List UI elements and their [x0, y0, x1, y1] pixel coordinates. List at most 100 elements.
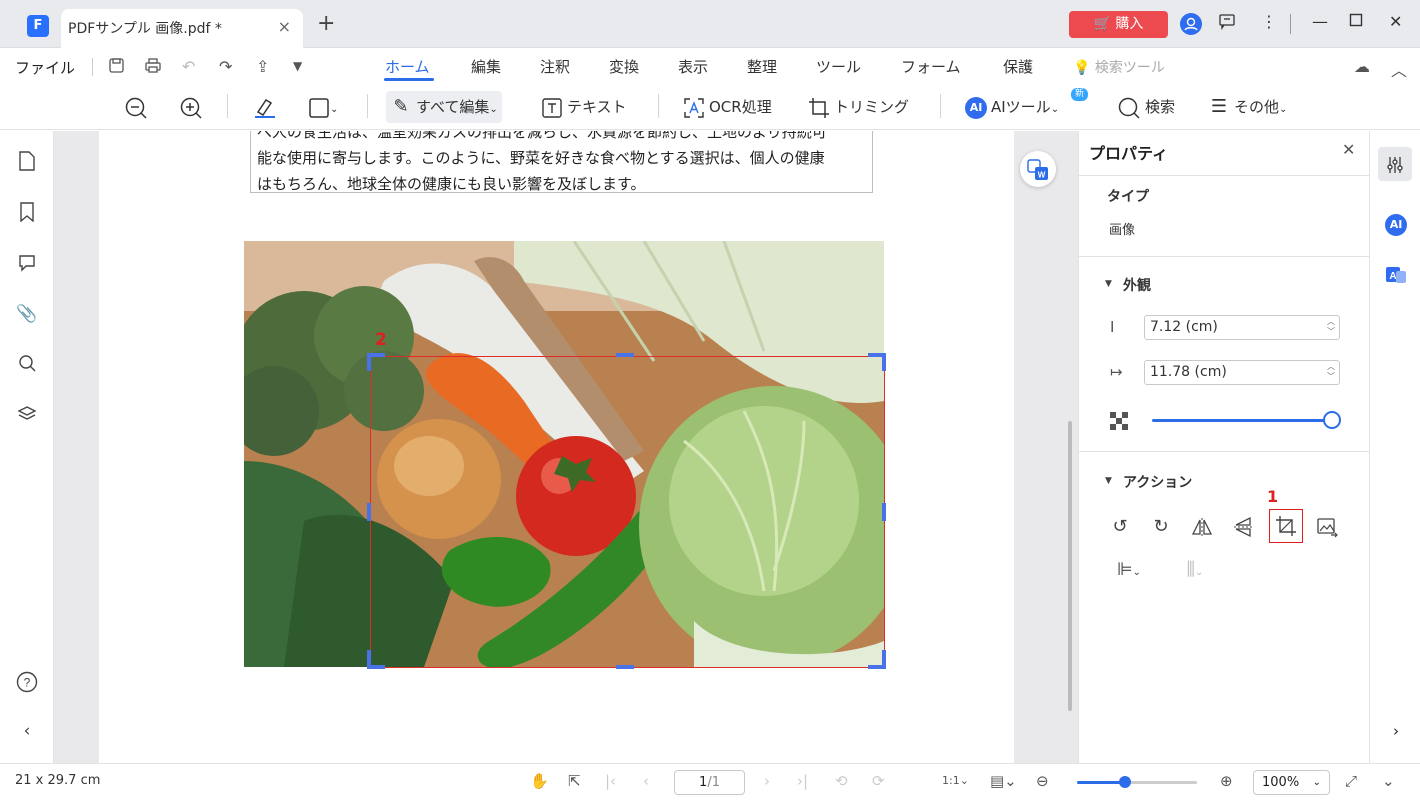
maximize-icon[interactable] — [1349, 12, 1363, 31]
tab-forms[interactable]: フォーム — [901, 56, 961, 77]
share-icon[interactable]: ⇪ — [256, 57, 269, 76]
svg-text:?: ? — [24, 676, 31, 690]
feedback-icon[interactable] — [1218, 12, 1236, 34]
actual-size-icon[interactable]: 1:1⌄ — [942, 774, 969, 787]
ai-assistant-icon[interactable]: AI — [1382, 210, 1410, 238]
align-dropdown-icon[interactable]: ⊫⌄ — [1109, 556, 1149, 584]
save-icon[interactable] — [108, 57, 125, 78]
rotate-page-icon[interactable]: ⟲ — [835, 772, 848, 790]
rotate-page-right-icon[interactable]: ⟳ — [872, 772, 885, 790]
select-tool-icon[interactable]: ⇱ — [568, 772, 581, 790]
vertical-scrollbar[interactable] — [1068, 421, 1072, 711]
opacity-slider-knob[interactable] — [1323, 411, 1341, 429]
tab-home[interactable]: ホーム — [385, 56, 430, 77]
tab-edit[interactable]: 編集 — [471, 56, 501, 77]
crop-handle-right[interactable] — [882, 503, 886, 521]
distribute-dropdown-icon[interactable]: ⫼⌄ — [1175, 556, 1215, 584]
help-icon[interactable]: ? — [16, 671, 38, 698]
hand-tool-icon[interactable]: ✋ — [530, 772, 549, 790]
collapse-ribbon-icon[interactable]: ︿ — [1391, 57, 1407, 81]
height-field[interactable]: 7.12 (cm) ︿ ﹀ — [1144, 315, 1340, 340]
crop-handle-bottom-left[interactable] — [367, 665, 385, 669]
zoom-in-icon[interactable]: ⊕ — [1220, 772, 1233, 790]
more-options-icon[interactable]: ⋮ — [1261, 12, 1277, 31]
search-button[interactable]: 検索 — [1117, 91, 1175, 123]
crop-handle-top-right[interactable] — [882, 353, 886, 371]
flip-vertical-icon[interactable] — [1229, 513, 1257, 541]
rotate-left-icon[interactable]: ↺ — [1106, 513, 1134, 541]
file-menu[interactable]: ファイル — [15, 57, 75, 78]
trim-button[interactable]: トリミング — [808, 91, 909, 123]
crop-handle-left[interactable] — [367, 503, 371, 521]
layers-icon[interactable] — [16, 405, 38, 428]
tab-annotate[interactable]: 注釈 — [540, 56, 570, 77]
translate-icon[interactable]: W — [1020, 151, 1056, 187]
crop-handle-bottom[interactable] — [616, 665, 634, 669]
expand-statusbar-icon[interactable]: ⌄ — [1382, 772, 1395, 790]
ai-tool-button[interactable]: AI AIツール⌄ — [965, 91, 1059, 123]
ocr-button[interactable]: OCR処理 — [683, 91, 772, 123]
text-tool-button[interactable]: テキスト — [541, 91, 627, 123]
cloud-upload-icon[interactable]: ☁ — [1354, 57, 1370, 76]
fullscreen-icon[interactable]: ⤢ — [1345, 772, 1357, 790]
next-page-icon[interactable]: › — [764, 772, 770, 790]
undo-icon[interactable]: ↶ — [182, 57, 195, 76]
new-tab-button[interactable]: + — [317, 13, 335, 35]
collapse-left-icon[interactable]: ‹ — [16, 721, 38, 741]
crop-selection-frame[interactable] — [370, 356, 885, 668]
opacity-slider-track[interactable] — [1152, 419, 1332, 422]
page-number-field[interactable]: 1/1 — [674, 770, 745, 795]
print-icon[interactable] — [144, 57, 162, 78]
first-page-icon[interactable]: |‹ — [605, 772, 616, 790]
zoom-in-button[interactable] — [179, 91, 203, 123]
shape-button[interactable]: ⌄ — [308, 91, 338, 123]
minimize-icon[interactable]: — — [1312, 12, 1328, 31]
attachment-icon[interactable]: 📎 — [16, 304, 38, 324]
previous-page-icon[interactable]: ‹ — [643, 772, 649, 790]
crop-handle-bottom-right[interactable] — [882, 650, 886, 668]
close-tab-icon[interactable]: × — [278, 17, 291, 36]
highlighter-button[interactable] — [252, 91, 278, 123]
crop-image-icon[interactable] — [1269, 509, 1303, 543]
tab-organize[interactable]: 整理 — [747, 56, 777, 77]
width-field[interactable]: 11.78 (cm) ︿ ﹀ — [1144, 360, 1340, 385]
zoom-slider-knob[interactable] — [1119, 776, 1131, 788]
redo-icon[interactable]: ↷ — [219, 57, 232, 76]
height-stepper-icon[interactable]: ︿ ﹀ — [1327, 317, 1335, 337]
quick-access-dropdown-icon[interactable]: ▼ — [293, 59, 302, 73]
width-stepper-icon[interactable]: ︿ ﹀ — [1327, 362, 1335, 382]
edit-all-button[interactable]: ✎ すべて編集⌄ — [386, 91, 502, 123]
buy-button[interactable]: 🛒 購入 — [1069, 11, 1168, 38]
tab-convert[interactable]: 変換 — [609, 56, 639, 77]
tab-protect[interactable]: 保護 — [1003, 56, 1033, 77]
collapse-triangle-icon[interactable]: ▼ — [1105, 476, 1112, 486]
rotate-right-icon[interactable]: ↻ — [1147, 513, 1175, 541]
zoom-out-button[interactable] — [124, 91, 148, 123]
more-tools-button[interactable]: ☰ その他⌄ — [1208, 91, 1287, 123]
zoom-out-icon[interactable]: ⊖ — [1036, 772, 1049, 790]
tab-tools[interactable]: ツール — [816, 56, 861, 77]
close-panel-icon[interactable]: ✕ — [1342, 140, 1355, 159]
page-layout-icon[interactable]: ▤⌄ — [990, 772, 1017, 790]
document-tab[interactable]: PDFサンプル 画像.pdf * × — [61, 9, 303, 48]
collapse-triangle-icon[interactable]: ▼ — [1105, 279, 1112, 289]
replace-image-icon[interactable] — [1313, 513, 1341, 541]
search-icon[interactable] — [16, 354, 38, 377]
flip-horizontal-icon[interactable] — [1188, 513, 1216, 541]
properties-panel-icon[interactable] — [1378, 147, 1412, 181]
crop-handle-top[interactable] — [616, 353, 634, 357]
zoom-slider-track[interactable] — [1077, 776, 1197, 788]
expand-right-icon[interactable]: › — [1382, 717, 1410, 745]
page-thumbnails-icon[interactable] — [16, 151, 38, 176]
comment-icon[interactable] — [16, 254, 38, 277]
last-page-icon[interactable]: ›| — [797, 772, 808, 790]
tab-view[interactable]: 表示 — [678, 56, 708, 77]
crop-handle-top-left[interactable] — [367, 353, 371, 371]
zoom-level-select[interactable]: 100% ⌄ — [1253, 770, 1330, 795]
user-avatar-icon[interactable] — [1180, 13, 1202, 35]
search-tools-field[interactable]: 💡 検索ツール — [1073, 57, 1165, 77]
bookmark-icon[interactable] — [16, 202, 38, 227]
text-block[interactable]: べ人の食生活は、温室効果ガスの排出を減らし、水資源を節約し、土地のより持続可 能… — [250, 131, 873, 193]
translate-panel-icon[interactable]: A — [1382, 260, 1410, 288]
close-window-icon[interactable]: ✕ — [1389, 12, 1402, 31]
